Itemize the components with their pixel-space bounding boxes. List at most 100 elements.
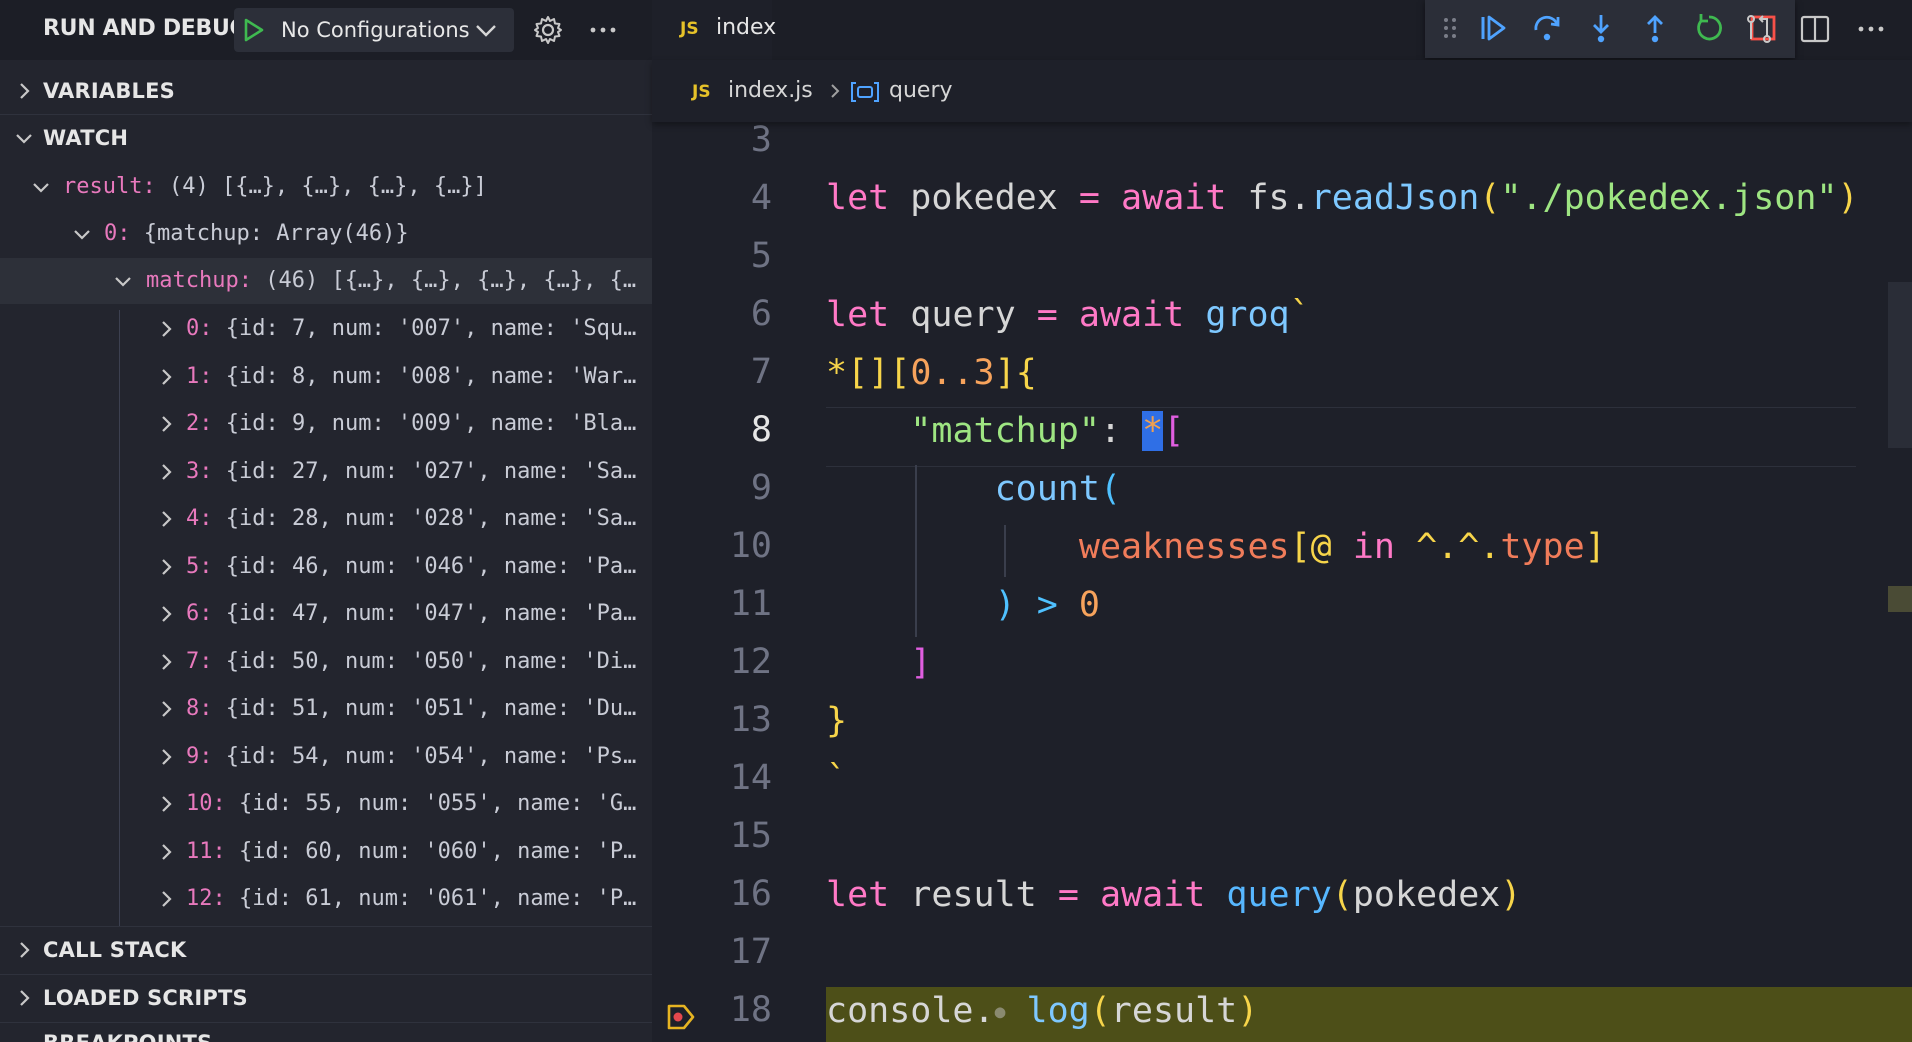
string-literal: "matchup" bbox=[910, 411, 1100, 451]
identifier: pokedex bbox=[910, 178, 1058, 218]
js-file-icon: JS bbox=[692, 82, 711, 102]
item-value: {id: 46, num: '046', name: 'Pa… bbox=[225, 553, 637, 579]
more-actions-icon[interactable] bbox=[588, 16, 618, 44]
continue-icon[interactable] bbox=[1477, 12, 1509, 44]
restart-icon[interactable] bbox=[1693, 12, 1725, 44]
start-debugging-play-icon[interactable] bbox=[240, 17, 266, 43]
keyword-let: let bbox=[826, 178, 890, 218]
tab-index-js[interactable]: JS index bbox=[652, 0, 776, 60]
variables-section-header[interactable]: VARIABLES bbox=[0, 68, 652, 114]
item-value: {id: 55, num: '055', name: 'G… bbox=[239, 791, 637, 816]
code-line-11: ) > 0 bbox=[826, 585, 1100, 625]
inline-breakpoint-marker[interactable]: ● bbox=[995, 1002, 1006, 1023]
breakpoints-section-header[interactable]: BREAKPOINTS bbox=[0, 1022, 652, 1042]
chevron-down-icon bbox=[14, 128, 34, 148]
brace: } bbox=[826, 701, 848, 741]
step-over-icon[interactable] bbox=[1531, 12, 1563, 44]
code-line-10: weaknesses[@ in ^.^.type] bbox=[826, 527, 1606, 567]
function-name: log bbox=[1026, 991, 1090, 1031]
item-value: {id: 28, num: '028', name: 'Sa… bbox=[225, 506, 637, 531]
matchup-item-row[interactable]: 8: {id: 51, num: '051', name: 'Du… bbox=[0, 686, 652, 732]
matchup-value: (46) [{…}, {…}, {…}, {…}, {… bbox=[265, 268, 637, 293]
item-key: 4: bbox=[186, 506, 213, 531]
matchup-item-row[interactable]: 0: {id: 7, num: '007', name: 'Squ… bbox=[0, 306, 652, 352]
item-value: {id: 50, num: '050', name: 'Di… bbox=[225, 648, 637, 674]
function-name: groq bbox=[1205, 295, 1290, 335]
identifier: pokedex bbox=[1352, 875, 1501, 915]
step-out-icon[interactable] bbox=[1639, 12, 1671, 44]
result-key: result: bbox=[63, 174, 156, 199]
item-key: 12: bbox=[186, 886, 226, 911]
paren: ) bbox=[1237, 991, 1259, 1031]
gear-icon[interactable] bbox=[532, 14, 564, 46]
paren: ) bbox=[1500, 875, 1522, 915]
call-stack-label: CALL STACK bbox=[43, 938, 187, 962]
paren: ( bbox=[1099, 469, 1122, 509]
line-number: 8 bbox=[750, 410, 772, 450]
split-editor-icon[interactable] bbox=[1798, 12, 1832, 46]
debug-sidebar: RUN AND DEBUG No Configurations VARIABLE… bbox=[0, 0, 652, 1042]
loaded-scripts-section-header[interactable]: LOADED SCRIPTS bbox=[0, 974, 652, 1021]
watch-section-header[interactable]: WATCH bbox=[0, 114, 652, 161]
open-changes-icon[interactable] bbox=[1742, 12, 1776, 46]
keyword-await: await bbox=[1078, 295, 1185, 335]
watch-result-row[interactable]: result: (4) [{…}, {…}, {…}, {…}] bbox=[0, 164, 652, 210]
string-literal: "./pokedex.json" bbox=[1500, 178, 1838, 218]
item0-key: 0: bbox=[104, 221, 131, 246]
bracket: [ bbox=[889, 353, 911, 393]
item-key: 1: bbox=[186, 363, 213, 389]
more-actions-icon[interactable] bbox=[1854, 12, 1888, 46]
matchup-item-row[interactable]: 5: {id: 46, num: '046', name: 'Pa… bbox=[0, 544, 652, 590]
matchup-item-row[interactable]: 12: {id: 61, num: '061', name: 'P… bbox=[0, 876, 652, 922]
at-symbol: @ bbox=[1310, 527, 1332, 567]
matchup-item-row[interactable]: 1: {id: 8, num: '008', name: 'War… bbox=[0, 354, 652, 400]
keyword-let: let bbox=[826, 295, 890, 335]
chevron-right-icon bbox=[156, 319, 176, 339]
matchup-item-row[interactable]: 2: {id: 9, num: '009', name: 'Bla… bbox=[0, 401, 652, 447]
bracket: ] bbox=[910, 643, 932, 683]
breadcrumb: JS index.js query bbox=[652, 60, 1912, 122]
line-number: 5 bbox=[750, 236, 772, 276]
watch-item0-row[interactable]: 0: {matchup: Array(46)} bbox=[0, 211, 652, 257]
call-stack-section-header[interactable]: CALL STACK bbox=[0, 926, 652, 973]
code-view[interactable]: 3 4 5 6 7 8 9 10 11 12 13 14 15 16 17 18 let pokedex = … bbox=[652, 0, 1912, 1042]
drag-handle-icon[interactable] bbox=[1443, 12, 1457, 44]
matchup-item-row[interactable]: 7: {id: 50, num: '050', name: 'Di… bbox=[0, 639, 652, 685]
identifier: type bbox=[1500, 527, 1585, 567]
groq-star: * bbox=[826, 353, 848, 393]
matchup-item-row[interactable]: 3: {id: 27, num: '027', name: 'Sa… bbox=[0, 449, 652, 495]
identifier: weaknesses bbox=[1078, 527, 1290, 567]
step-into-icon[interactable] bbox=[1585, 12, 1617, 44]
variable-symbol-icon bbox=[850, 81, 880, 103]
breadcrumb-symbol[interactable]: query bbox=[889, 78, 953, 103]
matchup-item-row[interactable]: 4: {id: 28, num: '028', name: 'Sa… bbox=[0, 496, 652, 542]
code-line-16: let result = await query(pokedex) bbox=[826, 875, 1521, 915]
matchup-item-row[interactable]: 9: {id: 54, num: '054', name: 'Ps… bbox=[0, 734, 652, 780]
item-value: {id: 54, num: '054', name: 'Ps… bbox=[225, 743, 637, 769]
paused-breakpoint-icon[interactable] bbox=[666, 1002, 696, 1032]
matchup-item-row[interactable]: 6: {id: 47, num: '047', name: 'Pa… bbox=[0, 591, 652, 637]
code-line-18: console.● log(result) bbox=[826, 991, 1258, 1031]
item-key: 7: bbox=[186, 648, 213, 674]
line-number: 16 bbox=[729, 874, 772, 914]
identifier: result bbox=[910, 875, 1037, 915]
identifier: console. bbox=[826, 991, 995, 1031]
chevron-right-icon bbox=[156, 889, 176, 909]
operator: > bbox=[1036, 585, 1058, 625]
range-op: .. bbox=[931, 353, 974, 393]
breadcrumb-file[interactable]: index.js bbox=[728, 78, 813, 103]
watch-matchup-row[interactable]: matchup: (46) [{…}, {…}, {…}, {…}, {… bbox=[0, 258, 652, 304]
scrollbar-thumb[interactable] bbox=[1888, 282, 1912, 448]
chevron-right-icon bbox=[156, 414, 176, 434]
chevron-right-icon bbox=[156, 462, 176, 482]
chevron-right-icon bbox=[156, 842, 176, 862]
matchup-item-row[interactable]: 11: {id: 60, num: '060', name: 'P… bbox=[0, 829, 652, 875]
brace: { bbox=[1015, 353, 1037, 393]
item-value: {id: 8, num: '008', name: 'War… bbox=[225, 363, 637, 389]
chevron-right-icon bbox=[156, 747, 176, 767]
debug-configuration-dropdown[interactable]: No Configurations bbox=[234, 8, 514, 52]
item-value: {id: 27, num: '027', name: 'Sa… bbox=[225, 458, 637, 484]
matchup-item-row[interactable]: 10: {id: 55, num: '055', name: 'G… bbox=[0, 781, 652, 827]
keyword-let: let bbox=[826, 875, 890, 915]
scrollbar-marker bbox=[1888, 586, 1912, 612]
